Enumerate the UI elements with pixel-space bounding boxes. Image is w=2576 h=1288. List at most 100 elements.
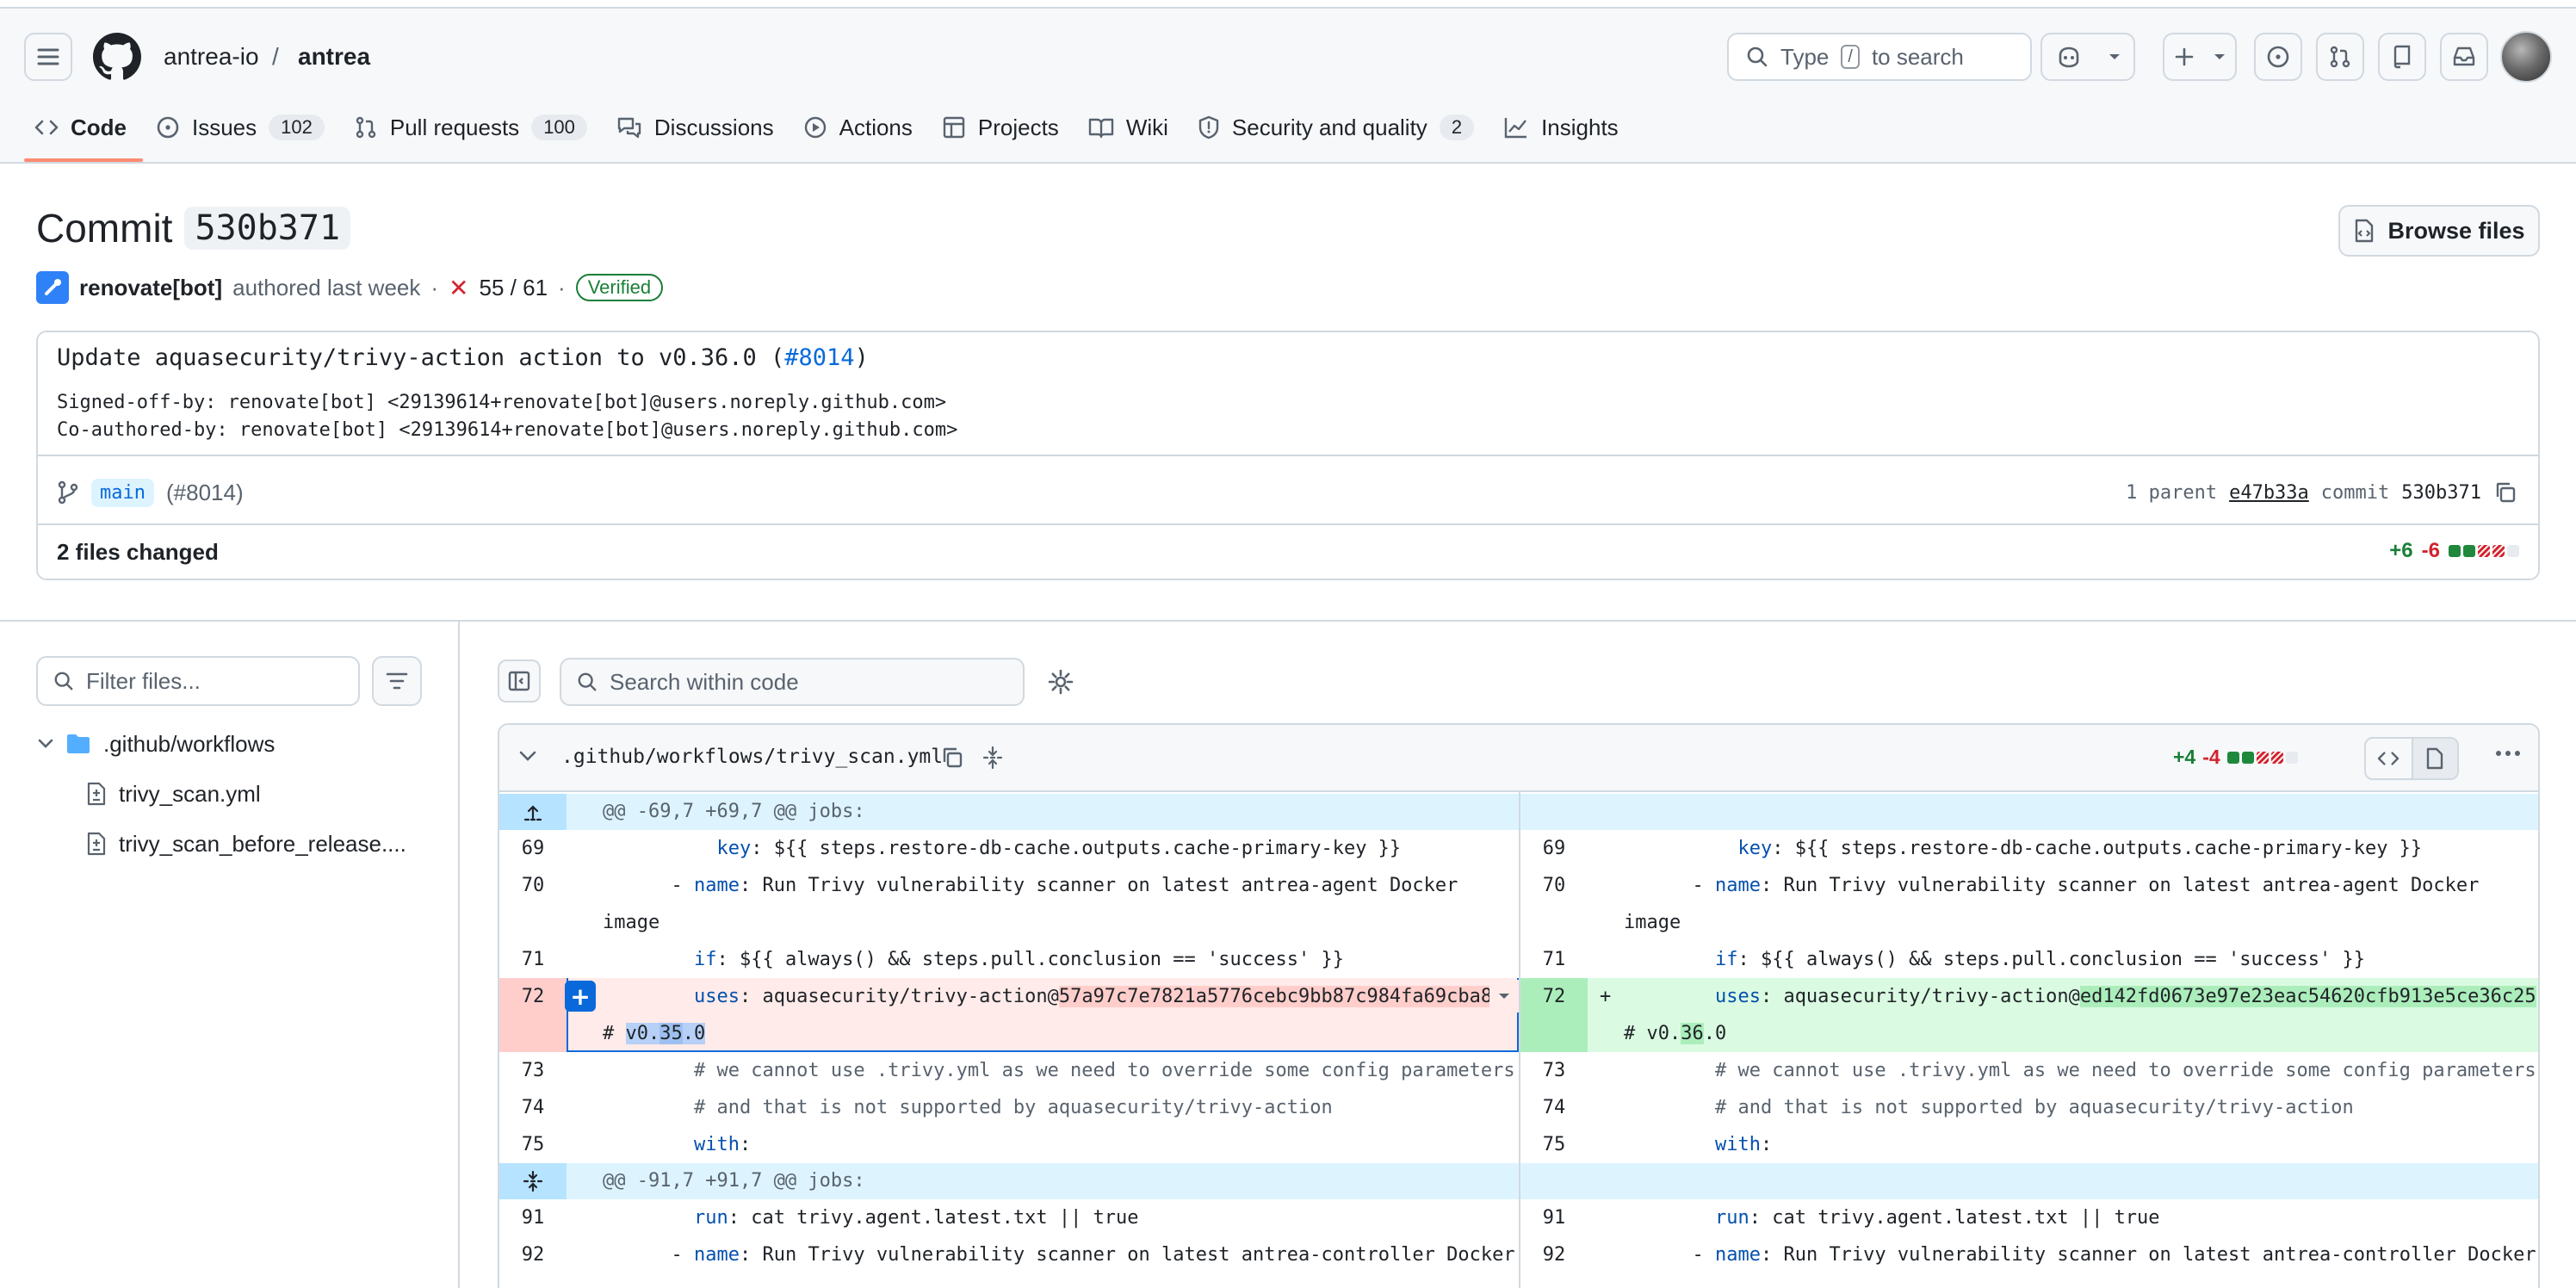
line-number-right[interactable]: 73 xyxy=(1520,1052,1588,1089)
filter-options-button[interactable] xyxy=(372,656,422,706)
parent-sha-link[interactable]: e47b33a xyxy=(2229,482,2309,504)
global-search[interactable]: Type / to search xyxy=(1727,33,2032,81)
chevron-down-icon xyxy=(2214,54,2225,59)
tab-insights[interactable]: Insights xyxy=(1503,110,1619,145)
tab-security[interactable]: Security and quality 2 xyxy=(1198,110,1475,145)
line-number-left[interactable]: 69 xyxy=(499,830,567,867)
create-new-button[interactable] xyxy=(2163,33,2237,81)
yaml-key: if xyxy=(1714,949,1738,970)
yaml-value: : ${{ always() && steps.pull.conclusion … xyxy=(1737,949,2365,970)
search-within-code-input[interactable]: Search within code xyxy=(560,658,1025,706)
line-number-right[interactable]: 71 xyxy=(1520,941,1588,978)
path-separator: / xyxy=(272,43,279,70)
line-number-left[interactable]: 75 xyxy=(499,1126,567,1163)
filter-icon xyxy=(386,672,408,690)
user-avatar[interactable] xyxy=(2500,31,2552,83)
line-number-right[interactable]: 69 xyxy=(1520,830,1588,867)
line-number-left[interactable]: 72 xyxy=(499,978,567,1015)
branch-badge[interactable]: main xyxy=(91,478,154,507)
tab-wiki[interactable]: Wiki xyxy=(1088,110,1168,145)
tab-label: Code xyxy=(71,114,127,140)
branch-pr-ref[interactable]: (#8014) xyxy=(166,480,244,506)
repo-name-link[interactable]: antrea xyxy=(298,43,370,71)
copilot-button-group[interactable] xyxy=(2040,33,2135,81)
yaml-dash: - xyxy=(1692,1244,1715,1266)
tab-code[interactable]: Code xyxy=(34,110,127,145)
line-number-left[interactable]: 73 xyxy=(499,1052,567,1089)
view-source-button[interactable] xyxy=(2366,739,2412,778)
copy-icon[interactable] xyxy=(2493,480,2517,505)
chevron-down-icon[interactable] xyxy=(518,749,537,763)
expand-both-button[interactable] xyxy=(499,1163,567,1199)
global-header: antrea-io / antrea Type / to search Code… xyxy=(0,0,2576,164)
line-number-right[interactable]: 74 xyxy=(1520,1089,1588,1126)
line-number-right[interactable]: 75 xyxy=(1520,1126,1588,1163)
additions-count: +6 xyxy=(2389,539,2413,562)
line-number-left[interactable]: 92 xyxy=(499,1236,567,1273)
github-logo-icon[interactable] xyxy=(93,33,141,81)
diffstat-del-block xyxy=(2478,545,2490,557)
line-number-left[interactable]: 70 xyxy=(499,867,567,904)
tree-file[interactable]: trivy_scan_before_release.... xyxy=(86,825,406,863)
checks-count[interactable]: 55 / 61 xyxy=(480,275,548,301)
gear-icon[interactable] xyxy=(1047,668,1074,696)
yaml-value: : cat trivy.agent.latest.txt || true xyxy=(1749,1207,2160,1229)
commit-sha: 530b371 xyxy=(2401,481,2481,504)
toggle-file-tree-button[interactable] xyxy=(498,659,541,703)
file-additions: +4 xyxy=(2173,746,2196,768)
chevron-down-icon[interactable] xyxy=(2108,53,2121,61)
section-divider xyxy=(0,620,2576,622)
search-icon xyxy=(578,672,597,691)
inbox-button[interactable] xyxy=(2440,33,2488,81)
inbox-icon xyxy=(2453,46,2475,66)
repo-nav: Code Issues 102 Pull requests 100 Discus… xyxy=(34,110,1648,145)
repositories-button[interactable] xyxy=(2378,33,2426,81)
kebab-menu-icon[interactable] xyxy=(2495,749,2521,758)
author-link[interactable]: renovate[bot] xyxy=(79,275,222,301)
expand-up-button[interactable] xyxy=(499,794,567,830)
tree-folder-workflows[interactable]: .github/workflows xyxy=(38,725,275,763)
failing-checks-icon[interactable]: ✕ xyxy=(449,274,468,302)
line-number-right[interactable]: 70 xyxy=(1520,867,1588,904)
yaml-dash: - xyxy=(1692,875,1715,896)
file-code-icon xyxy=(2356,219,2374,243)
tab-label: Discussions xyxy=(653,114,774,140)
issues-button[interactable] xyxy=(2254,33,2302,81)
table-icon xyxy=(943,116,965,139)
yaml-key: uses xyxy=(1714,986,1761,1007)
line-number-left[interactable]: 91 xyxy=(499,1199,567,1236)
line-menu-button[interactable] xyxy=(1489,980,1519,1012)
tab-issues[interactable]: Issues 102 xyxy=(156,110,325,145)
view-rich-diff-button[interactable] xyxy=(2411,739,2457,778)
line-number-left[interactable]: 71 xyxy=(499,941,567,978)
tab-actions[interactable]: Actions xyxy=(803,110,913,145)
line-number-right[interactable]: 91 xyxy=(1520,1199,1588,1236)
file-icon xyxy=(2427,747,2443,770)
copy-icon[interactable] xyxy=(940,746,964,770)
code-right: - name: Run Trivy vulnerability scanner … xyxy=(1624,867,2479,904)
unfold-icon[interactable] xyxy=(981,746,1004,770)
sidebar-divider xyxy=(458,622,460,1288)
verified-badge[interactable]: Verified xyxy=(575,274,664,301)
diff-file-name[interactable]: .github/workflows/trivy_scan.yml xyxy=(561,746,943,768)
code-left-wrap: image xyxy=(603,912,660,933)
tree-file[interactable]: trivy_scan.yml xyxy=(86,775,261,813)
line-number-right[interactable]: 92 xyxy=(1520,1236,1588,1273)
tab-pull-requests[interactable]: Pull requests 100 xyxy=(354,110,587,145)
code-left: key: ${{ steps.restore-db-cache.outputs.… xyxy=(603,830,1401,867)
pr-link[interactable]: #8014 xyxy=(784,344,854,371)
view-toggle-group xyxy=(2364,737,2459,780)
search-shortcut-key: / xyxy=(1841,45,1860,69)
line-number-left[interactable]: 74 xyxy=(499,1089,567,1126)
browse-files-button[interactable]: Browse files xyxy=(2338,205,2540,257)
line-number-right[interactable]: 72 xyxy=(1520,978,1588,1015)
copilot-icon[interactable] xyxy=(2056,45,2082,69)
author-avatar[interactable] xyxy=(36,271,69,304)
tab-projects[interactable]: Projects xyxy=(942,110,1059,145)
diffstat-blocks xyxy=(2449,545,2519,557)
repo-owner-link[interactable]: antrea-io xyxy=(164,43,259,71)
tab-discussions[interactable]: Discussions xyxy=(616,110,774,145)
filter-files-input[interactable]: Filter files... xyxy=(36,656,360,706)
menu-button[interactable] xyxy=(24,33,72,81)
pull-requests-button[interactable] xyxy=(2316,33,2364,81)
